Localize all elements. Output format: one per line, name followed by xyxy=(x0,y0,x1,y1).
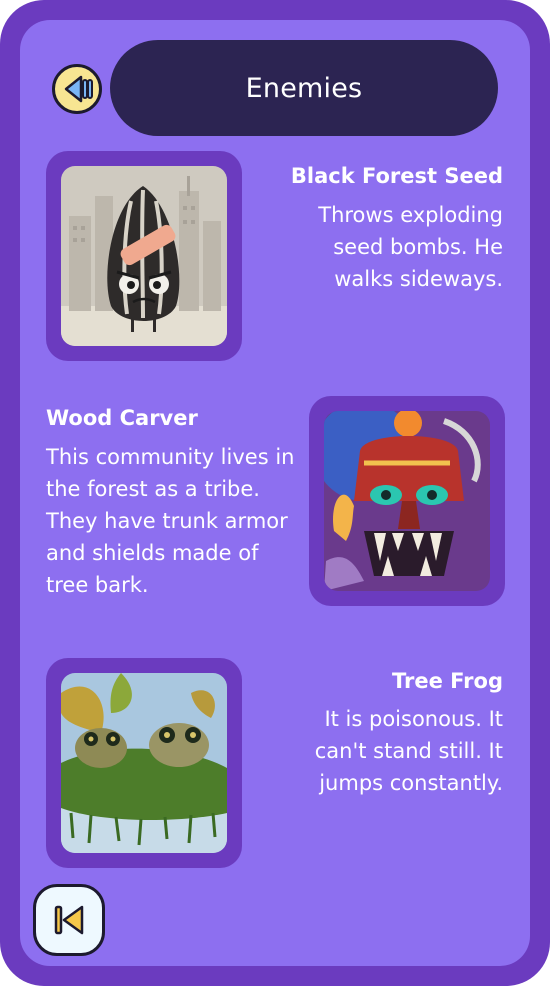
enemy-card-image-frame xyxy=(46,658,242,868)
sunflower-seed-character-art xyxy=(61,166,227,346)
enemy-description: Throws exploding seed bombs. He walks si… xyxy=(263,199,503,295)
skip-back-icon xyxy=(54,905,84,935)
frogs-in-moss-art xyxy=(61,673,227,853)
enemy-name: Wood Carver xyxy=(46,406,198,430)
speaker-icon xyxy=(64,75,93,103)
description-line: Throws exploding xyxy=(318,203,503,227)
enemy-description: This community lives in the forest as a … xyxy=(46,441,308,601)
enemy-card-image-frame xyxy=(46,151,242,361)
description-line: walks sideways. xyxy=(334,267,503,291)
description-line: and shields made of xyxy=(46,541,259,565)
description-line: They have trunk armor xyxy=(46,509,288,533)
description-line: jumps constantly. xyxy=(319,771,503,795)
description-line: seed bombs. He xyxy=(333,235,503,259)
enemy-name: Black Forest Seed xyxy=(290,164,503,188)
enemy-description: It is poisonous. It can't stand still. I… xyxy=(263,703,503,799)
enemy-name: Tree Frog xyxy=(392,669,503,693)
tiki-mask-warrior-art xyxy=(324,411,490,591)
back-button[interactable] xyxy=(33,884,105,956)
enemy-card-image-frame xyxy=(309,396,505,606)
description-line: tree bark. xyxy=(46,573,149,597)
description-line: the forest as a tribe. xyxy=(46,477,260,501)
page-title: Enemies xyxy=(110,40,498,136)
description-line: This community lives in xyxy=(46,445,295,469)
description-line: can't stand still. It xyxy=(314,739,503,763)
sound-toggle-button[interactable] xyxy=(52,64,102,114)
description-line: It is poisonous. It xyxy=(324,707,503,731)
